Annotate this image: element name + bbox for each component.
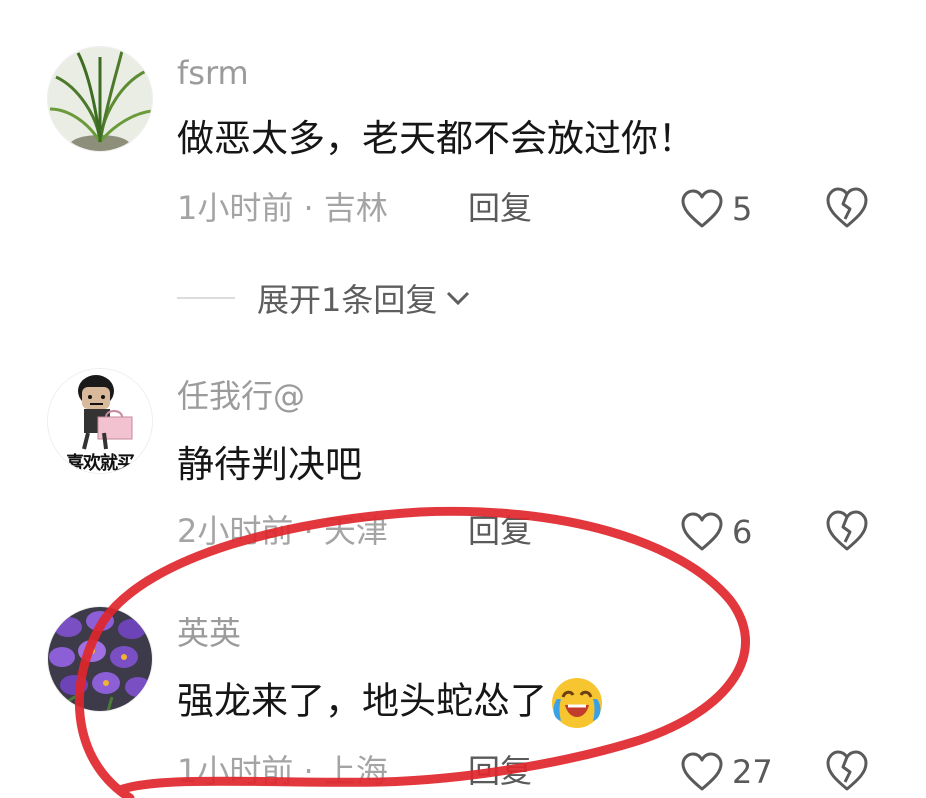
comment-text: 强龙来了，地头蛇怂了 bbox=[177, 675, 605, 731]
like-button[interactable]: 27 bbox=[680, 749, 773, 795]
like-button[interactable]: 6 bbox=[680, 509, 752, 555]
comment-meta: 1小时前 · 吉林 bbox=[177, 189, 388, 227]
reply-button[interactable]: 回复 bbox=[468, 755, 532, 787]
avatar-renwoxing[interactable]: 喜欢就买 bbox=[47, 368, 153, 474]
comment-text: 静待判决吧 bbox=[177, 443, 362, 486]
avatar-yingying[interactable] bbox=[47, 606, 153, 712]
comment-meta: 1小时前 · 上海 bbox=[177, 752, 388, 790]
avatar-fsrm[interactable] bbox=[47, 46, 153, 152]
comment-text: 做恶太多，老天都不会放过你！ bbox=[177, 117, 695, 160]
comment-username[interactable]: fsrm bbox=[177, 57, 249, 89]
heart-icon bbox=[681, 512, 723, 551]
like-button[interactable]: 5 bbox=[680, 186, 752, 232]
expand-replies[interactable]: 展开1条回复 bbox=[177, 275, 473, 321]
expand-replies-label: 展开1条回复 bbox=[257, 281, 438, 319]
divider-line bbox=[177, 297, 235, 299]
comment-text-body: 强龙来了，地头蛇怂了 bbox=[177, 679, 547, 723]
chevron-down-icon bbox=[447, 291, 470, 306]
comment-username[interactable]: 英英 bbox=[177, 617, 241, 649]
like-count: 5 bbox=[732, 190, 753, 228]
broken-heart-icon[interactable] bbox=[824, 749, 870, 793]
crying-laughing-emoji-icon bbox=[552, 678, 602, 728]
reply-button[interactable]: 回复 bbox=[468, 515, 532, 547]
heart-icon bbox=[681, 189, 723, 228]
reply-button[interactable]: 回复 bbox=[468, 192, 532, 224]
broken-heart-icon[interactable] bbox=[824, 186, 870, 230]
comment-meta: 2小时前 · 天津 bbox=[177, 512, 388, 550]
avatar-caption: 喜欢就买 bbox=[66, 453, 135, 474]
heart-icon bbox=[681, 752, 723, 791]
like-count: 6 bbox=[732, 513, 753, 551]
comment-username[interactable]: 任我行@ bbox=[177, 380, 305, 412]
broken-heart-icon[interactable] bbox=[824, 509, 870, 553]
like-count: 27 bbox=[732, 753, 773, 791]
